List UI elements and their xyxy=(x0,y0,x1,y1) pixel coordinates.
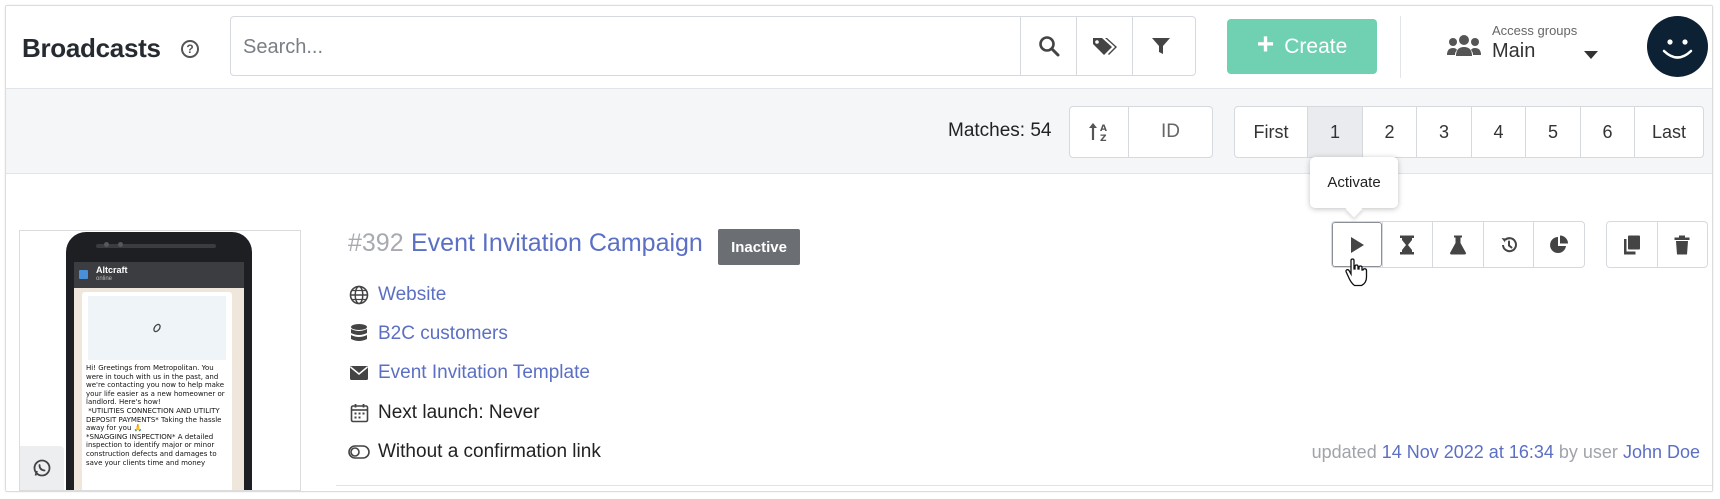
search-box xyxy=(230,16,1196,76)
hourglass-icon xyxy=(1400,235,1415,254)
template-link[interactable]: Event Invitation Template xyxy=(378,362,590,384)
page-first[interactable]: First xyxy=(1235,107,1307,157)
page-3[interactable]: 3 xyxy=(1416,107,1471,157)
divider xyxy=(1400,16,1401,78)
sort-control: A Z ID xyxy=(1069,106,1213,158)
user-link[interactable]: John Doe xyxy=(1623,442,1700,462)
calendar-icon xyxy=(348,402,370,424)
test-button[interactable] xyxy=(1432,222,1483,267)
database-link[interactable]: B2C customers xyxy=(378,323,508,345)
page-1[interactable]: 1 xyxy=(1307,107,1362,157)
broadcast-card[interactable]: Altcraft online Hi! Greetings from Metro… xyxy=(6,174,1712,491)
chat-background: Hi! Greetings from Metropolitan. You wer… xyxy=(74,288,244,490)
toolbar: Matches: 54 A Z ID First 1 2 3 4 5 6 Las… xyxy=(6,89,1712,174)
database-row: B2C customers xyxy=(348,320,508,348)
copy-button[interactable] xyxy=(1607,222,1657,267)
sort-field-button[interactable]: ID xyxy=(1129,107,1212,157)
app-icon xyxy=(79,270,88,279)
image-placeholder xyxy=(88,296,226,360)
updated-by: by user xyxy=(1558,442,1618,462)
delete-button[interactable] xyxy=(1656,222,1708,267)
toggle-icon xyxy=(348,441,370,463)
phone-speaker xyxy=(96,244,216,248)
channel-badge xyxy=(20,446,64,490)
avatar[interactable] xyxy=(1647,16,1708,77)
hand-cursor-icon xyxy=(1345,258,1368,287)
app-frame: Broadcasts ? Search... + Create Access g… xyxy=(5,5,1713,492)
next-launch-row: Next launch: Never xyxy=(348,399,540,427)
globe-icon xyxy=(348,284,370,306)
filter-icon xyxy=(1152,38,1170,54)
schedule-button[interactable] xyxy=(1381,222,1433,267)
search-icon xyxy=(1039,36,1060,57)
site-row: Website xyxy=(348,281,446,309)
create-label: Create xyxy=(1284,34,1348,58)
page-5[interactable]: 5 xyxy=(1525,107,1580,157)
sort-direction-button[interactable]: A Z xyxy=(1070,107,1129,157)
filter-button[interactable] xyxy=(1132,17,1189,75)
svg-text:Z: Z xyxy=(1100,134,1107,144)
message-preview[interactable]: Altcraft online Hi! Greetings from Metro… xyxy=(19,230,301,491)
template-row: Event Invitation Template xyxy=(348,359,590,387)
search-button[interactable] xyxy=(1020,17,1077,75)
phone-sensor xyxy=(118,242,123,247)
site-link[interactable]: Website xyxy=(378,284,446,306)
broadcast-manage-actions xyxy=(1606,221,1708,268)
sort-alpha-icon: A Z xyxy=(1089,123,1107,144)
trash-icon xyxy=(1674,235,1690,254)
chat-appbar: Altcraft online xyxy=(74,262,244,288)
page-title: Broadcasts xyxy=(22,33,161,63)
pagination: First 1 2 3 4 5 6 Last xyxy=(1234,106,1704,158)
copy-icon xyxy=(1623,235,1640,254)
smiley-icon xyxy=(1662,39,1693,59)
database-icon xyxy=(348,323,370,345)
updated-date: 14 Nov 2022 at 16:34 xyxy=(1381,442,1554,462)
activate-tooltip: Activate xyxy=(1310,157,1398,208)
flask-icon xyxy=(1449,235,1466,254)
whatsapp-icon xyxy=(33,459,51,477)
access-groups-select[interactable]: Main xyxy=(1492,40,1535,63)
page-last[interactable]: Last xyxy=(1634,107,1703,157)
access-groups-label: Access groups xyxy=(1492,23,1578,38)
page-4[interactable]: 4 xyxy=(1471,107,1525,157)
broadcast-id: #392 xyxy=(348,229,404,257)
divider xyxy=(336,485,1712,486)
history-button[interactable] xyxy=(1482,222,1534,267)
message-text: Hi! Greetings from Metropolitan. You wer… xyxy=(86,364,225,467)
matches-count: Matches: 54 xyxy=(948,120,1052,141)
tags-icon xyxy=(1093,38,1117,55)
question-circle-icon[interactable]: ? xyxy=(181,40,199,58)
updated-prefix: updated xyxy=(1311,442,1377,462)
header: Broadcasts ? Search... + Create Access g… xyxy=(6,6,1712,89)
play-icon xyxy=(1350,236,1364,253)
plus-icon: + xyxy=(1256,28,1275,61)
stats-button[interactable] xyxy=(1533,222,1584,267)
tags-button[interactable] xyxy=(1076,17,1133,75)
updated-info: updated 14 Nov 2022 at 16:34 by user Joh… xyxy=(1312,442,1700,463)
status-badge: Inactive xyxy=(718,229,800,265)
envelope-icon xyxy=(348,362,370,384)
page-6[interactable]: 6 xyxy=(1580,107,1634,157)
chevron-down-icon[interactable] xyxy=(1584,51,1598,59)
broadcast-actions xyxy=(1331,221,1585,268)
history-icon xyxy=(1501,236,1517,252)
next-launch-text: Next launch: Never xyxy=(378,402,540,423)
phone-camera xyxy=(104,242,109,247)
svg-text:A: A xyxy=(1100,124,1107,134)
paperclip-icon xyxy=(153,323,161,333)
search-input[interactable] xyxy=(241,25,975,69)
confirmation-row: Without a confirmation link xyxy=(348,438,601,466)
users-icon xyxy=(1446,34,1482,63)
phone-mockup: Altcraft online Hi! Greetings from Metro… xyxy=(66,232,252,490)
message-bubble: Hi! Greetings from Metropolitan. You wer… xyxy=(82,292,232,490)
create-button[interactable]: + Create xyxy=(1227,19,1377,74)
confirmation-text: Without a confirmation link xyxy=(378,441,601,462)
page-2[interactable]: 2 xyxy=(1362,107,1416,157)
broadcast-name-link[interactable]: Event Invitation Campaign xyxy=(411,229,703,258)
pie-chart-icon xyxy=(1550,235,1569,253)
chat-app-status: online xyxy=(96,276,113,282)
chat-app-name: Altcraft xyxy=(96,265,128,275)
